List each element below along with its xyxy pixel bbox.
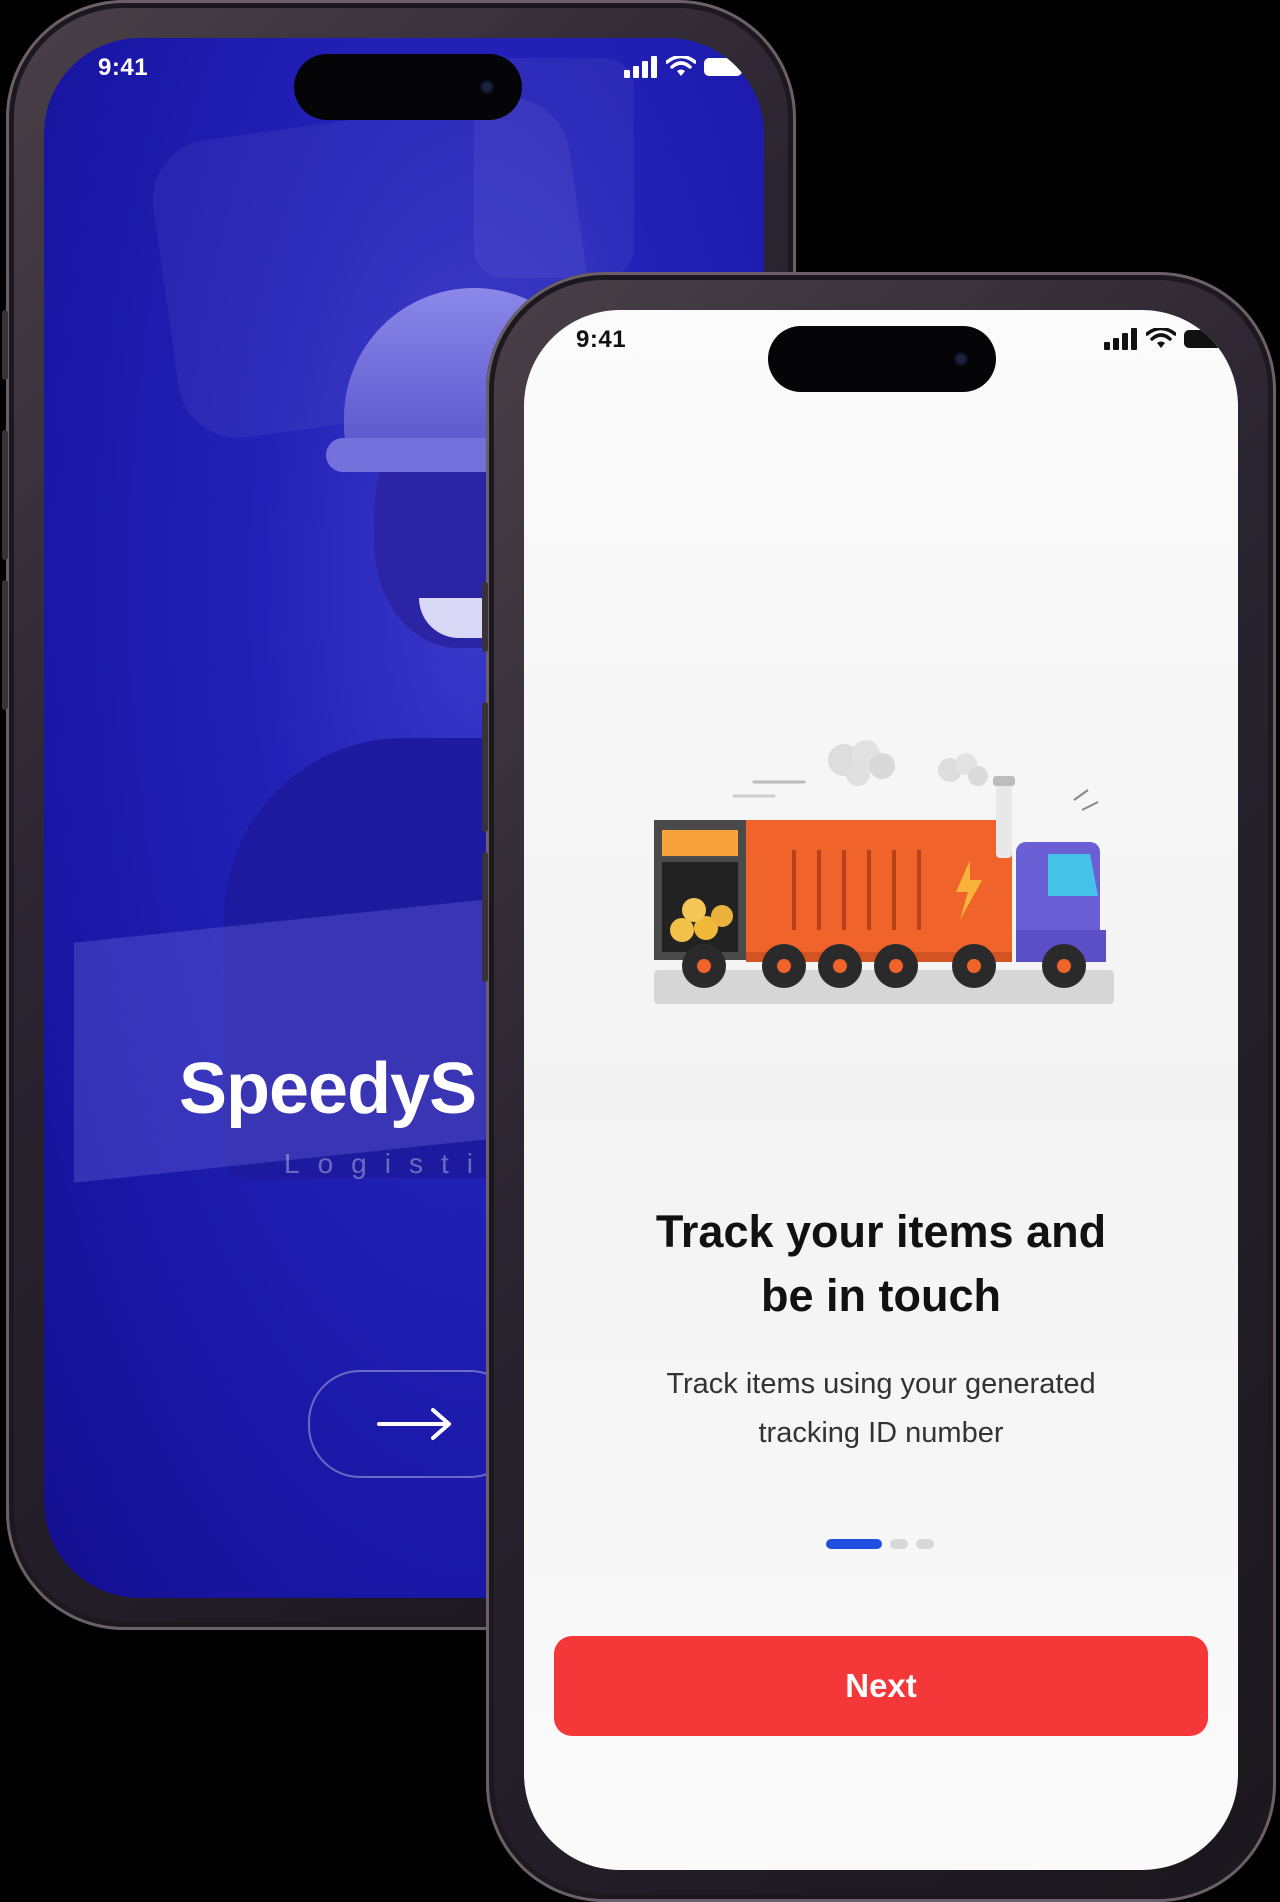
signal-icon bbox=[1104, 328, 1137, 350]
package-box bbox=[74, 893, 544, 1183]
page-indicator-dot-active[interactable] bbox=[826, 1539, 882, 1549]
headline-line: Track your items and bbox=[655, 1206, 1107, 1257]
battery-icon bbox=[704, 58, 742, 76]
volume-up-button bbox=[2, 430, 8, 560]
onboarding-headline: Track your items and be in touch bbox=[524, 1200, 1238, 1328]
side-button bbox=[482, 582, 488, 652]
volume-up-button bbox=[482, 702, 488, 832]
headline-line: be in touch bbox=[761, 1270, 1001, 1321]
dynamic-island bbox=[294, 54, 522, 120]
next-button[interactable]: Next bbox=[554, 1636, 1208, 1736]
status-time: 9:41 bbox=[576, 326, 627, 353]
side-button bbox=[2, 310, 8, 380]
battery-icon bbox=[1184, 330, 1222, 348]
onboarding-phone-frame: 9:41 Track your items and be in touch Tr… bbox=[482, 272, 1276, 1902]
status-icons bbox=[624, 56, 748, 78]
volume-down-button bbox=[482, 852, 488, 982]
status-icons bbox=[1104, 328, 1228, 350]
wifi-icon bbox=[1146, 328, 1176, 348]
brand-title: SpeedyS bbox=[179, 1049, 477, 1129]
onboarding-subtext: Track items using your generated trackin… bbox=[584, 1360, 1178, 1458]
arrow-right-icon bbox=[377, 1408, 451, 1440]
status-time: 9:41 bbox=[98, 54, 149, 81]
onboarding-screen: 9:41 Track your items and be in touch Tr… bbox=[524, 310, 1238, 1870]
delivery-truck-illustration bbox=[644, 730, 1124, 1030]
wifi-icon bbox=[666, 56, 696, 76]
signal-icon bbox=[624, 56, 657, 78]
camera-icon bbox=[956, 354, 966, 364]
page-indicator-dot[interactable] bbox=[916, 1539, 934, 1549]
volume-down-button bbox=[2, 580, 8, 710]
delivery-truck-icon bbox=[654, 740, 1114, 1004]
dynamic-island bbox=[768, 326, 996, 392]
subtext-line: Track items using your generated bbox=[666, 1368, 1096, 1400]
page-indicator-dot[interactable] bbox=[890, 1539, 908, 1549]
subtext-line: tracking ID number bbox=[758, 1417, 1004, 1449]
camera-icon bbox=[482, 82, 492, 92]
page-indicator bbox=[826, 1539, 934, 1549]
